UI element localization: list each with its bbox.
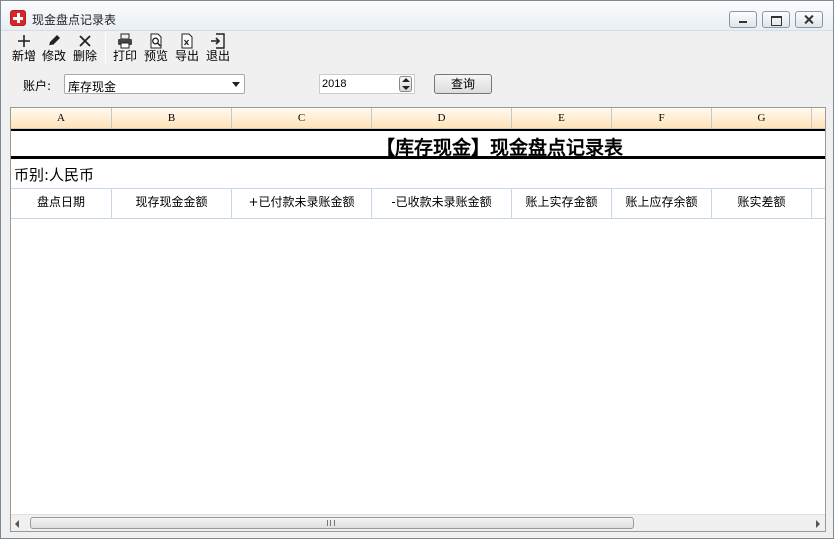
account-select-value: 库存现金 xyxy=(68,80,117,94)
scroll-right-icon[interactable] xyxy=(816,520,820,528)
query-button[interactable]: 查询 xyxy=(434,74,492,94)
year-spinner[interactable]: 2018 xyxy=(319,74,415,94)
currency-label: 币别:人民币 xyxy=(14,166,95,184)
spin-down-icon xyxy=(402,86,410,90)
column-header-e[interactable]: E xyxy=(512,108,612,129)
chevron-down-icon xyxy=(232,82,240,87)
header-bottom-line xyxy=(11,218,825,219)
header-difference[interactable]: 账实差额 xyxy=(712,188,812,218)
column-header-f[interactable]: F xyxy=(612,108,712,129)
toolbar-separator xyxy=(105,33,106,63)
account-label: 账户: xyxy=(23,79,52,93)
scroll-left-icon[interactable] xyxy=(15,520,19,528)
column-header-d[interactable]: D xyxy=(372,108,512,129)
header-received-unrecorded[interactable]: -已收款未录账金额 xyxy=(372,188,512,218)
pencil-icon xyxy=(48,35,60,47)
edit-button[interactable]: 修改 xyxy=(41,33,67,65)
header-paid-unrecorded[interactable]: +已付款未录账金额 xyxy=(232,188,372,218)
header-book-actual[interactable]: 账上实存金额 xyxy=(512,188,612,218)
column-header-a[interactable]: A xyxy=(11,108,112,129)
column-header-b[interactable]: B xyxy=(112,108,232,129)
export-button[interactable]: 导出 xyxy=(174,33,200,65)
exit-label: 退出 xyxy=(205,49,230,63)
edit-label: 修改 xyxy=(41,49,66,63)
header-check-date[interactable]: 盘点日期 xyxy=(11,188,112,218)
exit-icon xyxy=(211,33,225,49)
column-header-g[interactable]: G xyxy=(712,108,812,129)
preview-icon xyxy=(150,33,162,49)
close-x-icon xyxy=(79,35,91,47)
report-grid[interactable]: A B C D E F G 【库存现金】现金盘点记录表 币别:人民币 盘点日期 … xyxy=(10,107,826,532)
preview-button[interactable]: 预览 xyxy=(143,33,169,65)
exit-button[interactable]: 退出 xyxy=(205,33,231,65)
year-value: 2018 xyxy=(322,78,347,90)
add-label: 新增 xyxy=(11,49,36,63)
app-icon xyxy=(10,10,26,26)
minimize-button[interactable] xyxy=(729,11,757,28)
column-header-c[interactable]: C xyxy=(232,108,372,129)
maximize-button[interactable] xyxy=(762,11,790,28)
printer-icon xyxy=(118,33,132,49)
print-label: 打印 xyxy=(112,49,137,63)
add-button[interactable]: 新增 xyxy=(11,33,37,65)
spinner-buttons[interactable] xyxy=(399,76,412,92)
header-book-balance[interactable]: 账上应存余额 xyxy=(612,188,712,218)
account-select[interactable]: 库存现金 xyxy=(64,74,245,94)
header-cash-on-hand[interactable]: 现存现金金额 xyxy=(112,188,232,218)
spin-up-icon xyxy=(402,78,410,82)
grip-icon xyxy=(327,520,335,526)
column-header-next[interactable] xyxy=(812,108,825,129)
scrollbar-thumb[interactable] xyxy=(30,517,634,529)
delete-button[interactable]: 删除 xyxy=(72,33,98,65)
toolbar: 新增 修改 删除 打印 预览 导出 退出 xyxy=(1,31,833,67)
main-window: 现金盘点记录表 新增 修改 删除 打印 预览 导出 退出 账户: 库存现金 20… xyxy=(0,0,834,539)
export-label: 导出 xyxy=(174,49,199,63)
title-bar[interactable]: 现金盘点记录表 xyxy=(1,1,833,31)
print-button[interactable]: 打印 xyxy=(112,33,138,65)
close-button[interactable] xyxy=(795,11,823,28)
report-title: 【库存现金】现金盘点记录表 xyxy=(376,137,624,159)
excel-export-icon xyxy=(181,33,193,49)
preview-label: 预览 xyxy=(143,49,168,63)
delete-label: 删除 xyxy=(72,49,97,63)
filter-bar: 账户: 库存现金 2018 查询 xyxy=(1,71,833,99)
report-title-row: 【库存现金】现金盘点记录表 xyxy=(11,129,825,159)
horizontal-scrollbar[interactable] xyxy=(11,514,825,531)
window-title: 现金盘点记录表 xyxy=(32,13,117,27)
plus-icon xyxy=(18,35,30,47)
